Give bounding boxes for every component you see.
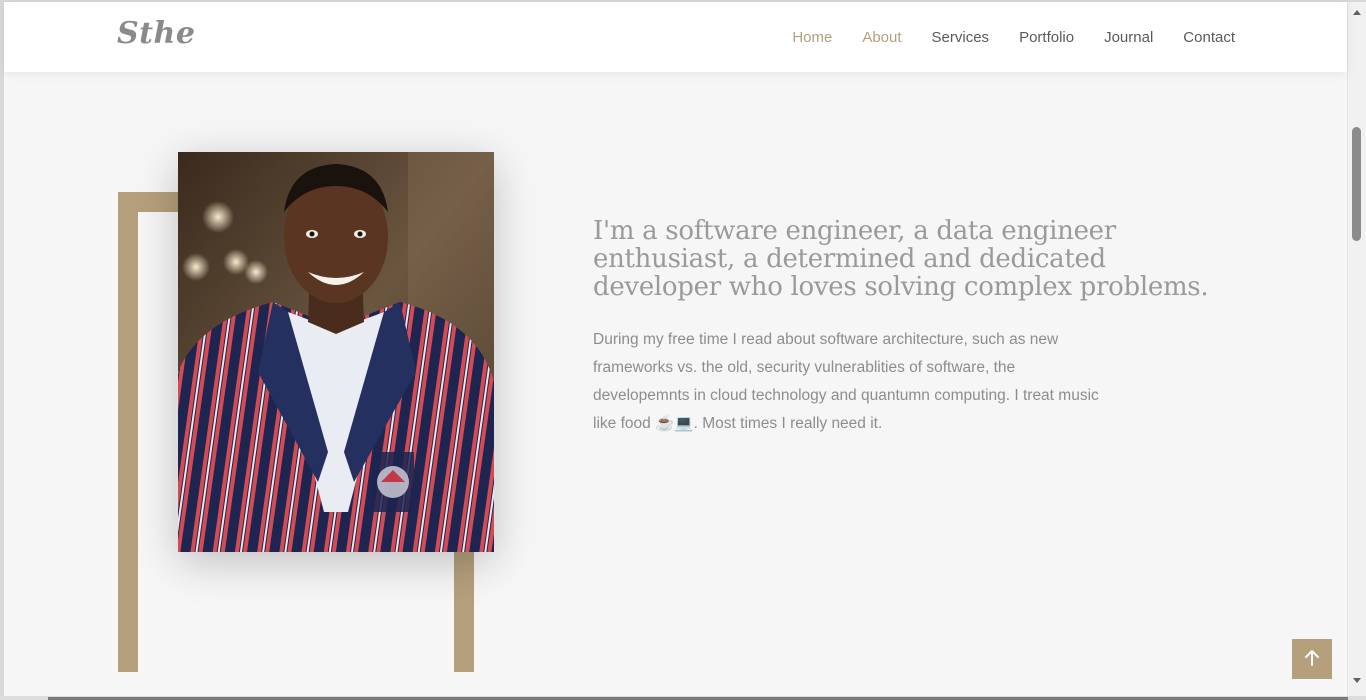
profile-photo xyxy=(178,152,494,552)
arrow-up-icon xyxy=(1304,649,1320,670)
nav-journal[interactable]: Journal xyxy=(1104,29,1153,46)
nav-home[interactable]: Home xyxy=(792,29,832,46)
browser-frame-left xyxy=(0,0,4,700)
site-logo[interactable]: Sthe xyxy=(117,16,195,51)
page-scrollbar[interactable] xyxy=(1347,2,1366,696)
nav-portfolio[interactable]: Portfolio xyxy=(1019,29,1074,46)
nav-about[interactable]: About xyxy=(862,29,901,46)
site-header: Sthe Home About Services Portfolio Journ… xyxy=(4,2,1347,72)
nav-contact[interactable]: Contact xyxy=(1183,29,1235,46)
scrollbar-thumb[interactable] xyxy=(1352,127,1361,241)
scroll-down-arrow-icon[interactable] xyxy=(1353,678,1361,683)
nav-services[interactable]: Services xyxy=(932,29,990,46)
scroll-to-top-button[interactable] xyxy=(1292,639,1332,679)
about-bio: During my free time I read about softwar… xyxy=(593,331,1099,432)
main-nav: Home About Services Portfolio Journal Co… xyxy=(762,2,1235,72)
scroll-up-arrow-icon[interactable] xyxy=(1353,10,1361,15)
about-headline: I'm a software engineer, a data engineer… xyxy=(593,216,1209,302)
page: Sthe Home About Services Portfolio Journ… xyxy=(0,0,1366,700)
